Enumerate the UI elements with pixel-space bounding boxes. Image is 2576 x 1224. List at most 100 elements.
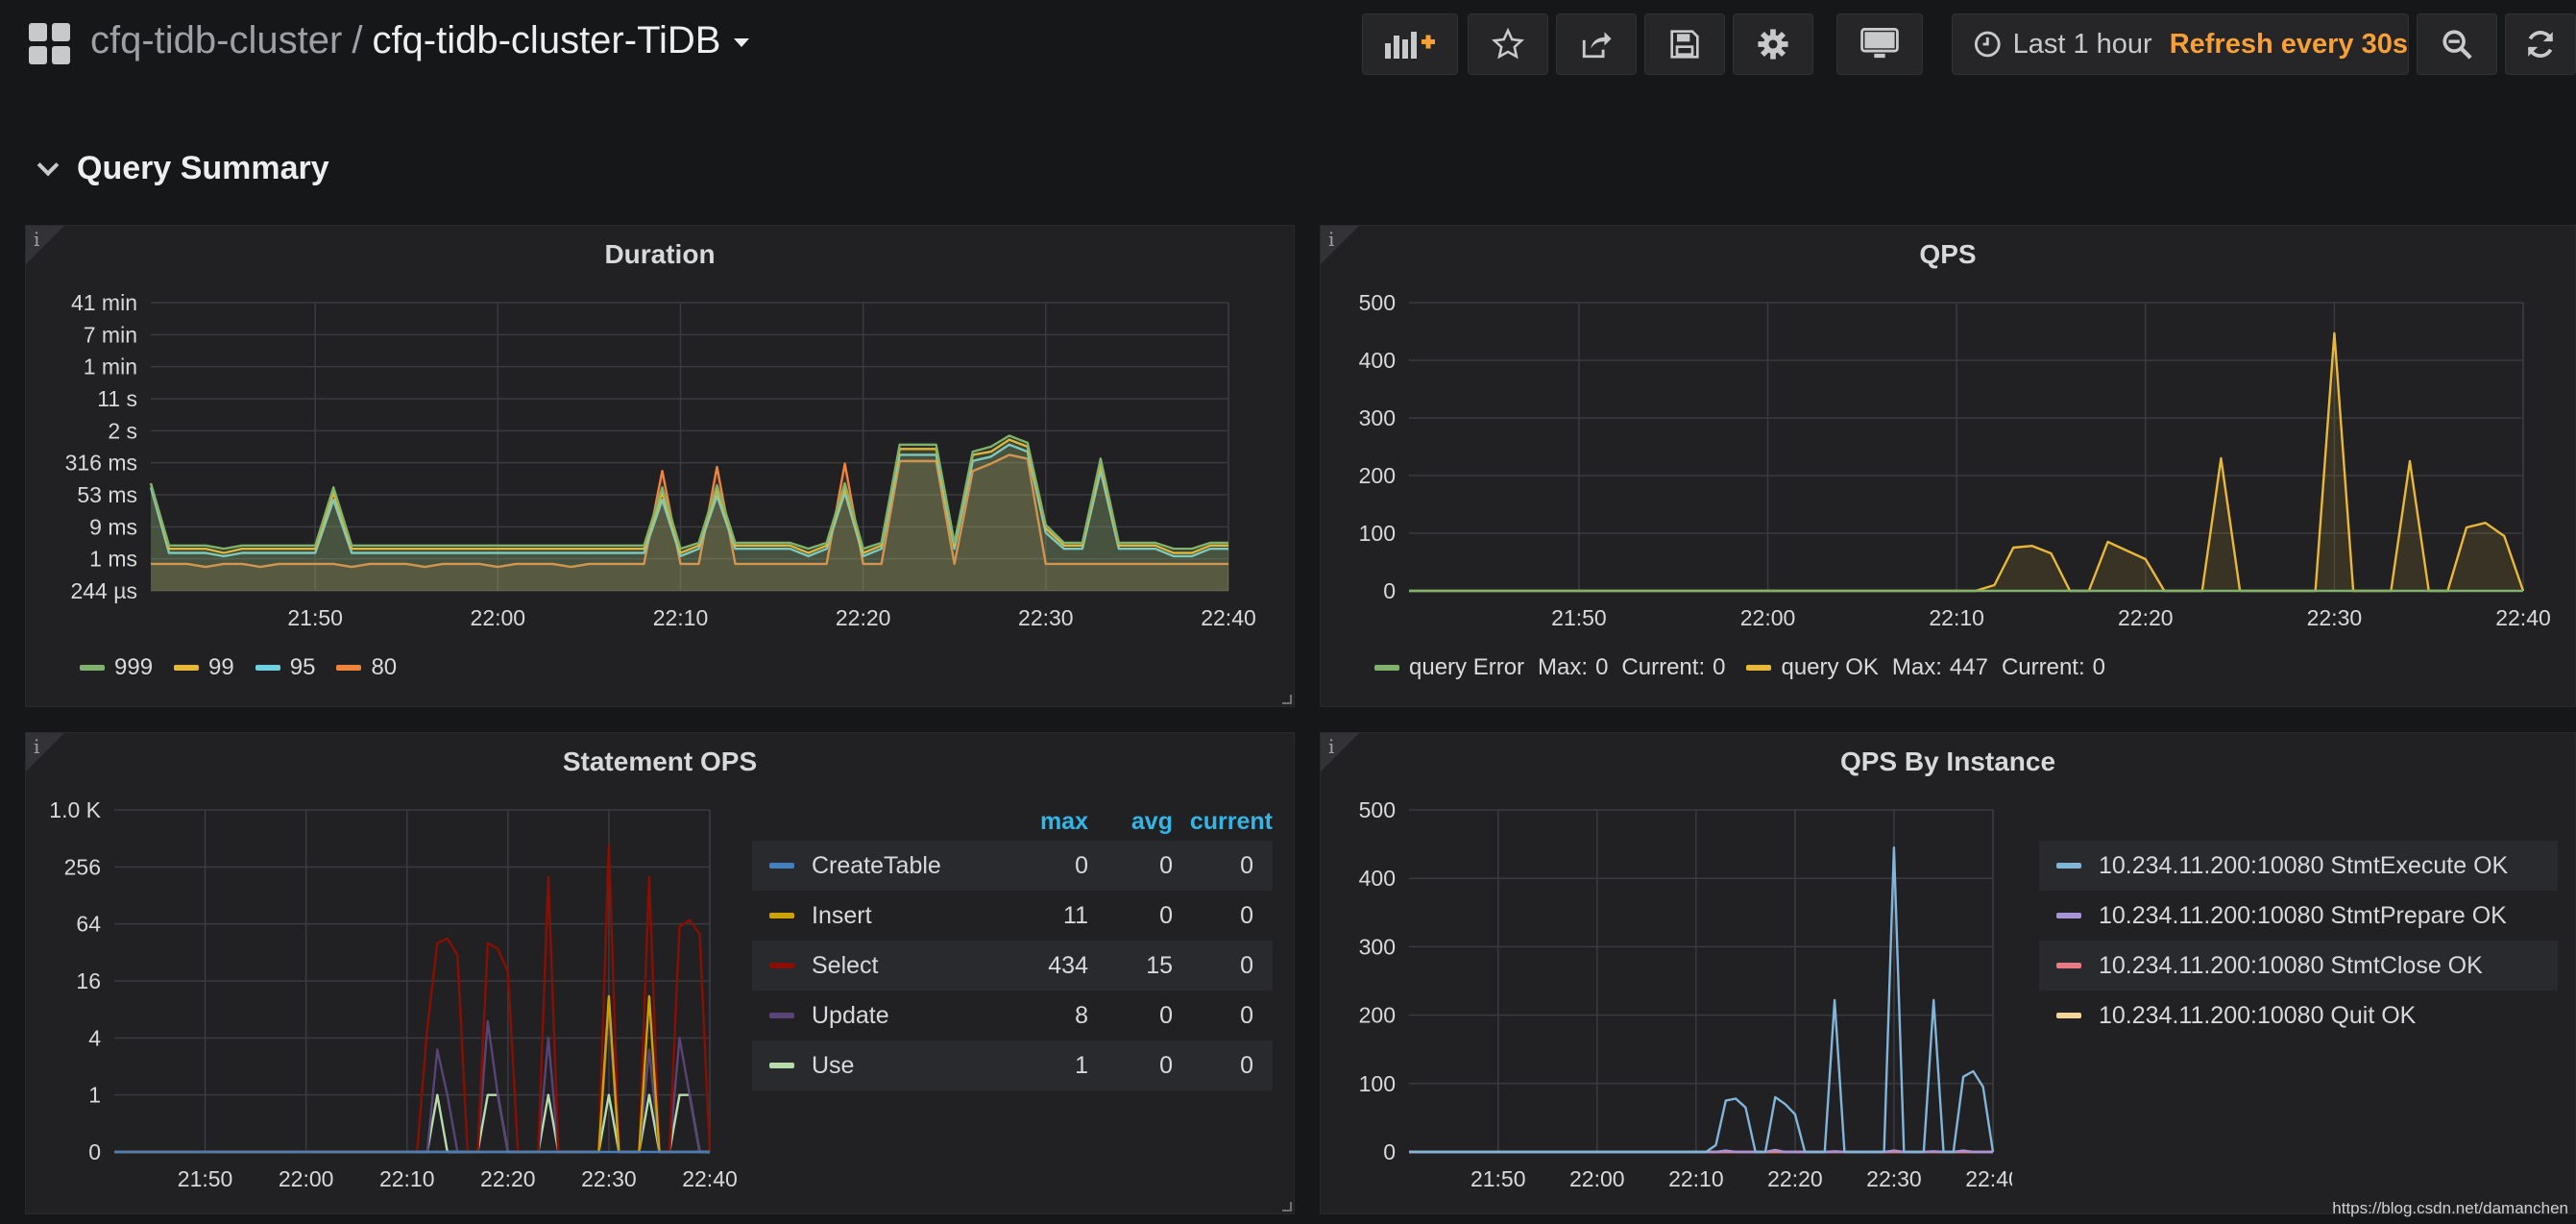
chevron-down-icon[interactable]	[734, 37, 750, 47]
series-line[interactable]	[114, 1093, 710, 1154]
legend-row[interactable]: Select 434 15 0	[752, 941, 1273, 991]
legend-label: 99	[208, 654, 234, 680]
x-tick-label: 22:00	[471, 605, 526, 630]
series-line[interactable]	[1409, 846, 1995, 1154]
row-toggle-query-summary[interactable]: Query Summary	[35, 150, 329, 187]
zoom-out-button[interactable]	[2417, 13, 2497, 75]
legend-value-max: 1	[1075, 1051, 1088, 1079]
legend-value-current: 0	[1240, 1001, 1253, 1029]
chevron-down-icon[interactable]	[36, 154, 60, 177]
legend-series-name: Update	[812, 1001, 889, 1029]
settings-button[interactable]	[1733, 13, 1813, 75]
legend-column-header[interactable]: max	[1002, 808, 1088, 836]
y-tick-label: 200	[1359, 1003, 1396, 1028]
legend-series-name: Select	[812, 951, 879, 979]
legend-swatch	[2056, 913, 2081, 918]
legend-value-avg: 0	[1159, 1051, 1173, 1079]
series-line[interactable]	[114, 994, 710, 1154]
legend-row[interactable]: 10.234.11.200:10080 StmtClose OK	[2039, 941, 2558, 991]
series-line[interactable]	[1409, 331, 2525, 593]
legend-item[interactable]: 999	[80, 654, 153, 681]
series-line[interactable]	[149, 434, 1228, 551]
dashboards-grid-icon[interactable]	[29, 23, 71, 65]
row-title: Query Summary	[77, 150, 329, 186]
legend-series-name: Use	[812, 1051, 855, 1079]
time-picker[interactable]: Last 1 hour Refresh every 30s	[1952, 13, 2409, 75]
legend-item[interactable]: query OK Max: 447 Current: 0	[1746, 654, 2105, 681]
y-tick-label: 0	[88, 1139, 101, 1164]
legend-value-max: 0	[1075, 851, 1088, 879]
legend-row[interactable]: CreateTable 0 0 0	[752, 841, 1273, 891]
legend-row[interactable]: 10.234.11.200:10080 StmtPrepare OK	[2039, 891, 2558, 941]
resize-handle[interactable]	[1282, 1202, 1292, 1212]
breadcrumb-folder[interactable]: cfq-tidb-cluster	[90, 19, 342, 61]
legend-value-avg: 15	[1146, 951, 1173, 979]
legend-item[interactable]: 99	[174, 654, 234, 681]
legend-max-value: 447	[1949, 654, 1988, 680]
legend-row[interactable]: Use 1 0 0	[752, 1040, 1273, 1090]
y-tick-label: 400	[1359, 866, 1396, 891]
x-tick-label: 21:50	[287, 605, 343, 630]
refresh-icon	[2527, 31, 2554, 58]
legend-series-name: 10.234.11.200:10080 Quit OK	[2099, 1001, 2417, 1029]
legend-value-current: 0	[1240, 951, 1253, 979]
share-button[interactable]	[1556, 13, 1637, 75]
add-panel-button[interactable]	[1362, 13, 1458, 75]
x-tick-label: 21:50	[1470, 1166, 1526, 1191]
series-line[interactable]	[149, 443, 1228, 558]
legend-swatch	[2056, 963, 2081, 968]
star-button[interactable]	[1468, 13, 1548, 75]
panel-qps: i QPS 0 100 200 300 400 500 21:50 22:00 22:10 22:…	[1320, 225, 2576, 707]
legend-value-current: 0	[1240, 851, 1253, 879]
x-tick-label: 22:10	[1929, 605, 1984, 630]
refresh-button[interactable]	[2505, 13, 2576, 75]
x-tick-label: 22:40	[682, 1166, 738, 1191]
qps-by-instance-legend-table: 10.234.11.200:10080 StmtExecute OK 10.234…	[2039, 802, 2558, 1040]
legend-row[interactable]: Update 8 0 0	[752, 991, 1273, 1040]
series-line[interactable]	[149, 438, 1228, 554]
resize-handle[interactable]	[1282, 695, 1292, 704]
share-icon	[1582, 32, 1612, 59]
legend-max-label: Max:	[1891, 654, 1942, 680]
y-tick-label: 1.0 K	[49, 797, 101, 822]
legend-item[interactable]: 95	[255, 654, 315, 681]
series-line[interactable]	[114, 1008, 710, 1154]
legend-series-name: CreateTable	[812, 851, 941, 879]
legend-label: query Error	[1409, 654, 1525, 680]
x-tick-label: 22:20	[480, 1166, 536, 1191]
x-tick-label: 22:00	[1740, 605, 1796, 630]
qps-chart[interactable]: 0 100 200 300 400 500 21:50 22:00 22:10 22:20 22:3…	[1321, 226, 2576, 649]
duration-chart[interactable]: 244 µs 1 ms 9 ms 53 ms 316 ms 2 s 11 s 1 min 7 m…	[26, 226, 1296, 649]
legend-item[interactable]: 80	[336, 654, 397, 681]
legend-value-avg: 0	[1159, 1001, 1173, 1029]
save-icon	[1670, 30, 1699, 59]
x-tick-label: 21:50	[178, 1166, 233, 1191]
legend-swatch	[1746, 665, 1772, 671]
legend-row[interactable]: 10.234.11.200:10080 Quit OK	[2039, 991, 2558, 1040]
tv-mode-button[interactable]	[1836, 13, 1923, 75]
save-button[interactable]	[1644, 13, 1725, 75]
dashboard-title[interactable]: cfq-tidb-cluster-TiDB	[372, 19, 720, 61]
legend-item[interactable]: query Error Max: 0 Current: 0	[1374, 654, 1725, 681]
legend-row[interactable]: 10.234.11.200:10080 StmtExecute OK	[2039, 841, 2558, 891]
series-line[interactable]	[114, 844, 712, 1154]
legend-series-name: 10.234.11.200:10080 StmtExecute OK	[2099, 851, 2509, 879]
qps-by-instance-chart[interactable]: 0 100 200 300 400 500 21:50 22:00 22:10 22:20 22:3…	[1321, 733, 2012, 1215]
x-tick-label: 22:40	[1201, 605, 1256, 630]
legend-swatch	[769, 1063, 794, 1068]
refresh-interval-label: Refresh every 30s	[2169, 28, 2408, 60]
legend-max-value: 0	[1595, 654, 1609, 680]
legend-row[interactable]: Insert 11 0 0	[752, 891, 1273, 941]
legend-value-max: 8	[1075, 1001, 1088, 1029]
legend-value-current: 0	[1240, 1051, 1253, 1079]
settings-icon	[1758, 29, 1788, 60]
legend-column-header[interactable]: current	[1173, 808, 1273, 836]
x-tick-label: 22:30	[1866, 1166, 1922, 1191]
breadcrumb[interactable]: cfq-tidb-cluster / cfq-tidb-cluster-TiDB	[90, 19, 750, 62]
legend-column-header[interactable]: avg	[1088, 808, 1173, 836]
legend-current-value: 0	[1713, 654, 1726, 680]
x-tick-label: 22:10	[1668, 1166, 1724, 1191]
series-area	[151, 435, 1228, 591]
statement-ops-chart[interactable]: 0 1 4 16 64 256 1.0 K 21:50 22:00 22:10 22:20 22:30…	[26, 733, 756, 1215]
y-tick-label: 100	[1359, 1071, 1396, 1096]
